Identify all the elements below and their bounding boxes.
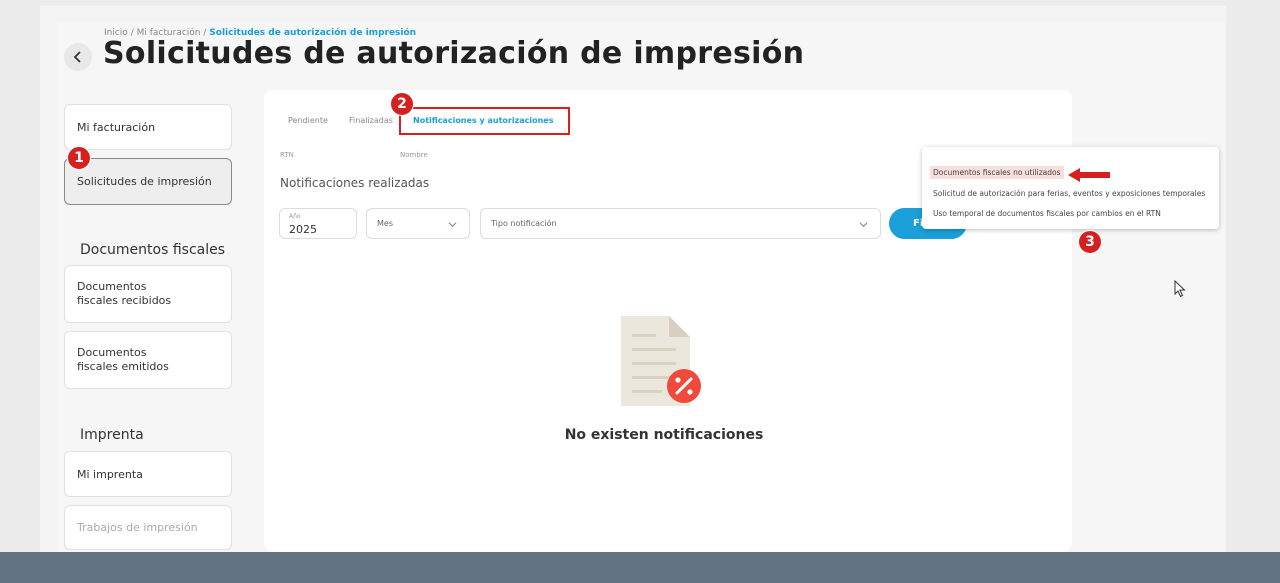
tab-pending[interactable]: Pendiente: [288, 116, 328, 125]
mouse-cursor-icon: [1174, 280, 1186, 298]
page-title: Solicitudes de autorización de impresión: [103, 36, 805, 71]
arrow-left-icon: [1068, 168, 1110, 182]
sidebar-item-label: Trabajos de impresión: [77, 521, 198, 534]
sidebar-item-label: Documentos fiscales emitidos: [77, 346, 169, 373]
chevron-down-icon: [448, 222, 457, 228]
annotation-highlight-box: [399, 107, 570, 135]
year-field-label: Año: [289, 213, 301, 220]
footer-bar: [0, 552, 1280, 583]
sidebar-item-print-jobs[interactable]: Trabajos de impresión: [64, 505, 232, 550]
sidebar-item-label: Documentos fiscales recibidos: [77, 280, 172, 307]
annotation-badge-2: 2: [390, 92, 414, 116]
tab-finished[interactable]: Finalizadas: [349, 116, 393, 125]
dropdown-option-unused-docs[interactable]: Documentos fiscales no utilizados: [930, 166, 1064, 179]
sidebar-item-billing[interactable]: Mi facturación: [64, 104, 232, 150]
sidebar-item-label: Mi imprenta: [77, 467, 143, 481]
month-select-placeholder: Mes: [377, 219, 393, 228]
back-button[interactable]: [64, 43, 92, 71]
document-percent-icon: [621, 316, 701, 406]
right-margin: [1226, 6, 1280, 552]
notification-type-placeholder: Tipo notificación: [491, 219, 557, 228]
sidebar-item-my-printer[interactable]: Mi imprenta: [64, 451, 232, 497]
annotation-badge-3: 3: [1078, 230, 1102, 254]
sidebar-section-docs: Documentos fiscales: [80, 242, 226, 258]
year-field[interactable]: Año 2025: [279, 208, 357, 239]
month-select[interactable]: Mes: [366, 208, 470, 239]
empty-state-message: No existen notificaciones: [564, 427, 764, 443]
dropdown-option-rtn-change[interactable]: Uso temporal de documentos fiscales por …: [933, 209, 1161, 218]
sidebar-item-print-requests[interactable]: Solicitudes de impresión: [64, 158, 232, 205]
sidebar-item-label: Mi facturación: [77, 120, 156, 134]
sidebar-item-docs-issued[interactable]: Documentos fiscales emitidos: [64, 331, 232, 389]
chevron-left-icon: [73, 51, 81, 63]
section-subtitle: Notificaciones realizadas: [280, 176, 430, 190]
sidebar-item-docs-received[interactable]: Documentos fiscales recibidos: [64, 265, 232, 323]
rtn-label: RTN: [280, 151, 294, 159]
year-field-value: 2025: [289, 223, 317, 236]
name-label: Nombre: [400, 151, 428, 159]
sidebar-item-label: Solicitudes de impresión: [77, 175, 212, 188]
notification-type-select[interactable]: Tipo notificación: [480, 208, 881, 239]
chevron-down-icon: [859, 222, 868, 228]
annotation-badge-1: 1: [67, 146, 91, 170]
notification-type-dropdown: Documentos fiscales no utilizados Solici…: [922, 147, 1219, 229]
dropdown-option-fairs-events[interactable]: Solicitud de autorización para ferias, e…: [933, 189, 1205, 198]
